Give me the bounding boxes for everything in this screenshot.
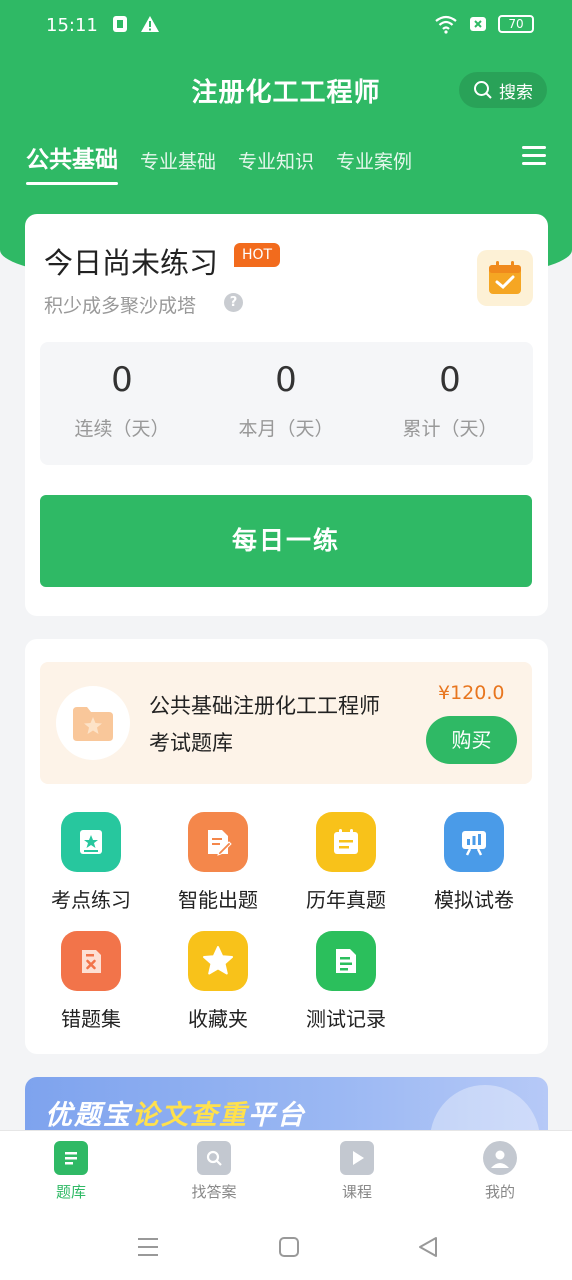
tab-professional-knowledge[interactable]: 专业知识 (238, 147, 314, 182)
stat-value: 0 (111, 360, 133, 400)
calendar-check-icon[interactable] (477, 250, 533, 306)
daily-practice-button[interactable]: 每日一练 (40, 495, 532, 587)
subject-tabs: 公共基础 专业基础 专业知识 专业案例 (26, 140, 412, 185)
stat-consecutive: 0 连续（天） (40, 342, 204, 441)
promo-banner[interactable]: 优题宝论文查重平台 (25, 1077, 548, 1137)
battery-icon: 70 (498, 15, 534, 33)
wrong-doc-icon (61, 931, 121, 991)
sim-off-icon (470, 17, 486, 31)
star-icon (188, 931, 248, 991)
banner-text-highlight: 论文查重 (132, 1100, 248, 1131)
status-notification-icons (110, 14, 160, 34)
feature-favorites[interactable]: 收藏夹 (158, 931, 278, 1032)
nav-label: 找答案 (191, 1183, 237, 1201)
search-icon (474, 81, 492, 99)
profile-icon (483, 1141, 517, 1175)
stat-value: 0 (275, 360, 297, 400)
nav-label: 课程 (341, 1183, 372, 1201)
stat-label: 连续（天） (74, 418, 170, 440)
nav-courses[interactable]: 课程 (307, 1141, 407, 1202)
help-icon[interactable]: ? (224, 293, 243, 312)
practice-stats: 0 连续（天） 0 本月（天） 0 累计（天） (40, 342, 533, 465)
feature-wrong-questions[interactable]: 错题集 (31, 931, 151, 1032)
stat-value: 0 (439, 360, 461, 400)
search-label: 搜索 (499, 82, 533, 103)
search-button[interactable]: 搜索 (459, 72, 547, 108)
nav-label: 我的 (484, 1183, 515, 1201)
feature-label: 考点练习 (51, 888, 131, 912)
product-price: ¥120.0 (438, 682, 505, 704)
system-navigation-bar (0, 1218, 572, 1280)
product-name: 公共基础注册化工工程师考试题库 (149, 694, 380, 755)
status-system-icons: 70 (434, 14, 534, 34)
chart-board-icon (444, 812, 504, 872)
feature-mock-exams[interactable]: 模拟试卷 (414, 812, 534, 913)
stat-total: 0 累计（天） (368, 342, 532, 441)
notification-app-icon (113, 16, 127, 32)
practice-status-title: 今日尚未练习 (44, 246, 219, 280)
home-icon[interactable] (277, 1235, 301, 1259)
menu-icon[interactable] (522, 146, 546, 166)
status-bar: 15:11 70 (0, 0, 572, 52)
bottom-navigation: 题库 找答案 课程 我的 (0, 1130, 572, 1218)
star-doc-icon (61, 812, 121, 872)
tab-professional-cases[interactable]: 专业案例 (336, 147, 412, 182)
feature-label: 测试记录 (306, 1007, 386, 1031)
banner-text: 优题宝论文查重平台 (45, 1093, 306, 1132)
tab-professional-basics[interactable]: 专业基础 (140, 147, 216, 182)
recent-apps-icon[interactable] (136, 1235, 160, 1259)
calendar-icon (316, 812, 376, 872)
feature-label: 收藏夹 (188, 1007, 248, 1031)
nav-question-bank[interactable]: 题库 (21, 1141, 121, 1202)
banner-text-brand: 优题宝 (45, 1100, 132, 1131)
nav-find-answer[interactable]: 找答案 (164, 1141, 264, 1202)
course-play-icon (340, 1141, 374, 1175)
find-answer-icon (197, 1141, 231, 1175)
feature-test-records[interactable]: 测试记录 (286, 931, 406, 1032)
question-bank-icon (54, 1141, 88, 1175)
tab-public-basics[interactable]: 公共基础 (26, 140, 118, 185)
banner-text-suffix: 平台 (248, 1100, 306, 1131)
app-screen: 15:11 70 注册化工工程师 搜索 公共基础 专业基础 专业知识 专业案例 … (0, 0, 572, 1280)
feature-label: 历年真题 (306, 888, 386, 912)
feature-label: 智能出题 (178, 888, 258, 912)
feature-key-points-practice[interactable]: 考点练习 (31, 812, 151, 913)
status-time: 15:11 (46, 15, 98, 36)
feature-label: 模拟试卷 (434, 888, 514, 912)
edit-doc-icon (188, 812, 248, 872)
stat-label: 累计（天） (402, 418, 498, 440)
record-doc-icon (316, 931, 376, 991)
folder-star-icon (56, 686, 130, 760)
feature-label: 错题集 (61, 1007, 121, 1031)
nav-profile[interactable]: 我的 (450, 1141, 550, 1202)
question-bank-product[interactable]: 公共基础注册化工工程师考试题库 ¥120.0 购买 (40, 662, 532, 784)
buy-button[interactable]: 购买 (426, 716, 517, 764)
nav-label: 题库 (55, 1183, 86, 1201)
practice-card: 今日尚未练习 HOT 积少成多聚沙成塔 ? 0 连续（天） 0 本月（天） 0 … (25, 214, 548, 616)
practice-subtitle: 积少成多聚沙成塔 (44, 295, 197, 317)
question-bank-card: 公共基础注册化工工程师考试题库 ¥120.0 购买 考点练习 智能出题 历年真题… (25, 639, 548, 1054)
feature-past-exams[interactable]: 历年真题 (286, 812, 406, 913)
wifi-icon (435, 15, 457, 34)
hot-badge: HOT (234, 243, 281, 267)
stat-label: 本月（天） (238, 418, 334, 440)
back-icon[interactable] (416, 1235, 440, 1259)
warning-icon (141, 16, 159, 32)
feature-smart-questions[interactable]: 智能出题 (158, 812, 278, 913)
stat-this-month: 0 本月（天） (204, 342, 368, 441)
